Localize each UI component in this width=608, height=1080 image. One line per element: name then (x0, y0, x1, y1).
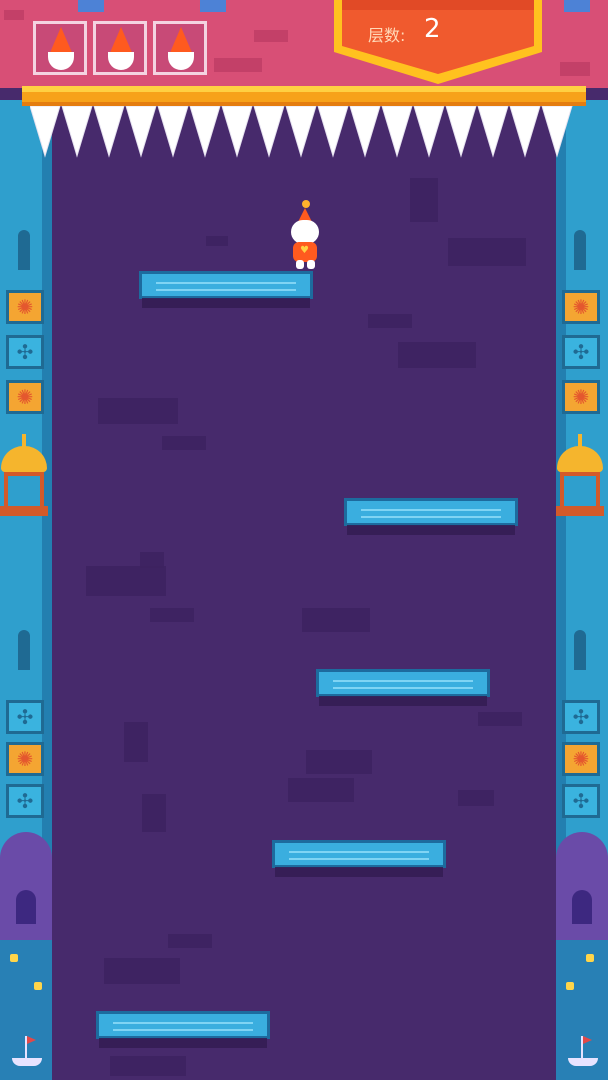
tower-door (16, 890, 36, 924)
wall-tile (6, 700, 44, 734)
background-brick (306, 750, 372, 774)
platform (139, 271, 313, 308)
dome-pillars (560, 472, 600, 506)
sailboat (12, 1036, 42, 1066)
platform (96, 1011, 270, 1048)
gnome-face (48, 52, 74, 70)
dome-tower (554, 434, 606, 516)
wall-window (574, 230, 586, 270)
gnome-face (168, 52, 194, 70)
background-brick (98, 398, 178, 424)
wall-tile (6, 290, 44, 324)
wall-tile (562, 380, 600, 414)
lamp-light (10, 954, 18, 962)
top-bar-pixel (214, 58, 262, 72)
wall-tile (562, 700, 600, 734)
top-bar-pixel (560, 62, 590, 76)
wall-tile (6, 380, 44, 414)
background-brick (168, 934, 212, 948)
wall-tile (6, 784, 44, 818)
background-brick (104, 958, 180, 984)
lamp-light (34, 982, 42, 990)
player-hat-pompom (302, 200, 310, 208)
wall-tile (562, 290, 600, 324)
player-body (293, 242, 317, 262)
purple-tower (0, 832, 52, 942)
floor-counter-badge: 层数: 2 (328, 0, 548, 86)
ceiling-rail (22, 86, 586, 106)
dome-pillars (4, 472, 44, 506)
top-bar-pixel (4, 10, 24, 20)
background-brick (478, 712, 522, 726)
player-head (291, 220, 319, 244)
platform (272, 840, 446, 877)
gnome-life-icon (169, 27, 193, 55)
top-bar-notch (78, 0, 104, 12)
background-brick (302, 608, 370, 632)
life-slot-3 (153, 21, 207, 75)
background-brick (140, 552, 164, 568)
background-brick (206, 236, 228, 246)
background-brick (368, 314, 412, 328)
top-bar-notch (200, 0, 226, 12)
life-slot-1 (33, 21, 87, 75)
lamp-light (566, 982, 574, 990)
wall-tile (6, 742, 44, 776)
game-stage[interactable]: 层数: 2 (0, 0, 608, 1080)
right-wall (556, 100, 608, 1080)
wall-window (18, 230, 30, 270)
background-brick (288, 778, 354, 802)
background-brick (398, 342, 476, 368)
background-brick (162, 436, 206, 450)
wall-tile (562, 784, 600, 818)
player-leg (307, 260, 315, 269)
gnome-life-icon (49, 27, 73, 55)
background-brick (410, 178, 438, 222)
background-brick (458, 790, 494, 806)
life-slot-2 (93, 21, 147, 75)
wall-tile (6, 335, 44, 369)
gnome-life-icon (109, 27, 133, 55)
floor-value: 2 (424, 14, 441, 44)
dome-tower (0, 434, 50, 516)
platform (344, 498, 518, 535)
background-brick (150, 608, 194, 622)
player-leg (296, 260, 304, 269)
left-wall (0, 100, 52, 1080)
wall-window (574, 630, 586, 670)
sailboat (568, 1036, 598, 1066)
dome-cap (1, 434, 47, 472)
dome-base (556, 506, 604, 516)
background-brick (448, 238, 526, 266)
gnome-player-icon[interactable] (284, 198, 326, 272)
background-brick (86, 566, 166, 596)
dome-base (0, 506, 48, 516)
background-brick (110, 1056, 186, 1076)
background-brick (124, 722, 148, 762)
tower-door (572, 890, 592, 924)
wall-tile (562, 335, 600, 369)
top-bar-notch (564, 0, 590, 12)
lamp-light (586, 954, 594, 962)
top-bar-pixel (254, 30, 288, 42)
floor-label: 层数: (368, 26, 406, 45)
wall-tile (562, 742, 600, 776)
background-brick (142, 794, 166, 832)
wall-window (18, 630, 30, 670)
dome-cap (557, 434, 603, 472)
gnome-face (108, 52, 134, 70)
ceiling-spikes-icon (30, 106, 573, 158)
platform (316, 669, 490, 706)
purple-tower (556, 832, 608, 942)
